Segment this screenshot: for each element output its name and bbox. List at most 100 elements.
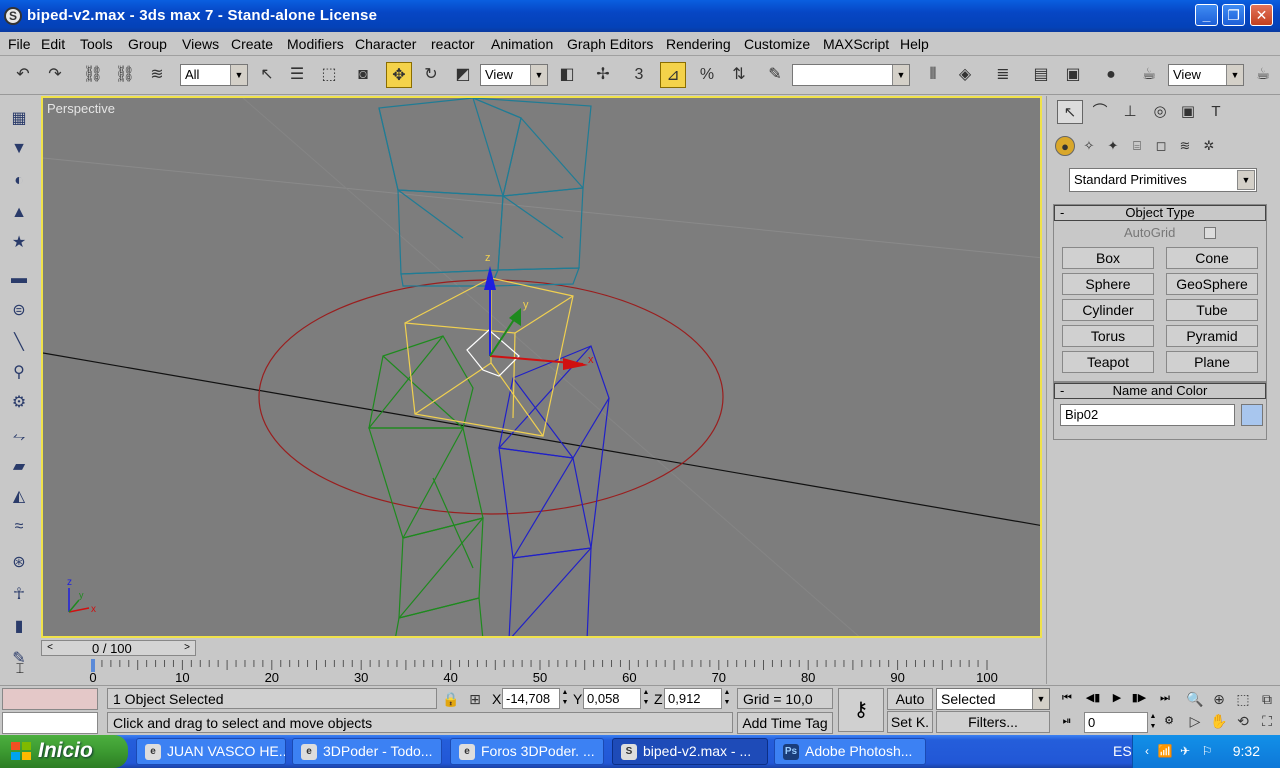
z-coordinate-input[interactable]: 0,912 [664, 688, 722, 709]
reactor-icon[interactable]: ▮ [8, 616, 30, 638]
go-to-end-icon[interactable]: ⏭ [1156, 689, 1174, 707]
auto-key-button[interactable]: Auto [887, 688, 933, 710]
viewport-label[interactable]: Perspective [47, 101, 115, 116]
start-button[interactable]: Inicio [0, 735, 128, 768]
curve-editor-icon[interactable]: ▤ [1028, 62, 1054, 88]
objects-icon[interactable]: ▦ [8, 108, 30, 130]
menu-reactor[interactable]: reactor [431, 36, 475, 52]
select-object-icon[interactable]: ↖ [254, 62, 280, 88]
taskbar-item-photoshop[interactable]: Ps Adobe Photosh... [774, 738, 926, 765]
undo-icon[interactable]: ↶ [10, 62, 36, 88]
helpers-icon[interactable]: ◻ [1151, 136, 1171, 156]
zoom-extents-icon[interactable]: ⬚ [1232, 688, 1254, 710]
unlink-icon[interactable]: ⛓ [112, 62, 138, 88]
previous-frame-icon[interactable]: ◀▮ [1084, 689, 1102, 707]
cloth-icon[interactable]: ◭ [8, 486, 30, 508]
device-icon[interactable]: ✈ [1177, 743, 1193, 759]
manipulate-icon[interactable]: ✢ [590, 62, 616, 88]
select-and-move-icon[interactable]: ✥ [386, 62, 412, 88]
arc-rotate-icon[interactable]: ⟲ [1232, 710, 1254, 732]
menu-file[interactable]: File [8, 36, 31, 52]
taskbar-item-juan-vasco[interactable]: e JUAN VASCO HE... [136, 738, 286, 765]
box-button[interactable]: Box [1062, 247, 1154, 269]
menu-customize[interactable]: Customize [744, 36, 810, 52]
window-crossing-icon[interactable]: ◙ [350, 62, 376, 88]
add-time-tag-button[interactable]: Add Time Tag [737, 712, 833, 734]
cylinder-icon[interactable]: ⊜ [8, 300, 30, 322]
time-configuration-icon[interactable]: ⚙ [1160, 712, 1178, 730]
menu-group[interactable]: Group [128, 36, 167, 52]
tab-modify[interactable]: ⌒ [1087, 100, 1113, 124]
gizmo-x-arrow[interactable] [563, 358, 588, 370]
frame-spinner[interactable]: ▲ ▼ [1149, 712, 1157, 733]
select-and-scale-icon[interactable]: ◩ [450, 62, 476, 88]
category-dropdown[interactable]: Standard Primitives ▼ [1069, 168, 1257, 192]
next-frame-icon[interactable]: ▮▶ [1130, 689, 1148, 707]
geosphere-button[interactable]: GeoSphere [1166, 273, 1258, 295]
zoom-extents-all-icon[interactable]: ⧉ [1256, 688, 1278, 710]
lights-icon[interactable]: ▲ [8, 202, 30, 224]
app-icon[interactable]: S [4, 7, 22, 25]
key-filters-button[interactable]: Filters... [936, 711, 1050, 733]
set-key-button[interactable]: Set K. [887, 711, 933, 733]
layer-manager-icon[interactable]: ≣ [990, 62, 1016, 88]
cone-button[interactable]: Cone [1166, 247, 1258, 269]
mirror-icon[interactable]: ⫴ [920, 62, 946, 88]
render-scene-icon[interactable]: ☕ [1136, 62, 1162, 88]
name-and-color-header[interactable]: - Name and Color [1054, 383, 1266, 399]
close-button[interactable]: ✕ [1250, 4, 1273, 26]
spinner-snap-icon[interactable]: ⇅ [726, 62, 752, 88]
snap-toggle-icon[interactable]: 3 [626, 62, 652, 88]
select-by-name-icon[interactable]: ☰ [284, 62, 310, 88]
gear-icon[interactable]: ⚙ [8, 392, 30, 414]
tube-button[interactable]: Tube [1166, 299, 1258, 321]
ik-icon[interactable]: ⊛ [8, 552, 30, 574]
brush-icon[interactable]: ⚲ [8, 362, 30, 384]
absolute-mode-icon[interactable]: ⊞ [464, 688, 486, 710]
field-of-view-icon[interactable]: ▷ [1184, 710, 1206, 732]
menu-animation[interactable]: Animation [491, 36, 553, 52]
zoom-icon[interactable]: 🔍 [1184, 688, 1206, 710]
plane-button[interactable]: Plane [1166, 351, 1258, 373]
play-icon[interactable]: ▶ [1108, 689, 1126, 707]
time-prev-button[interactable]: < [42, 641, 58, 655]
rectangular-selection-icon[interactable]: ⬚ [316, 62, 342, 88]
current-frame-input[interactable]: 0 [1084, 712, 1148, 733]
pan-icon[interactable]: ✋ [1208, 710, 1230, 732]
teapot-button[interactable]: Teapot [1062, 351, 1154, 373]
systems-icon[interactable]: ✲ [1199, 136, 1219, 156]
x-spinner[interactable]: ▲ ▼ [561, 688, 569, 709]
percent-snap-icon[interactable]: % [694, 62, 720, 88]
selection-filter-dropdown[interactable]: All ▼ [180, 64, 248, 86]
autogrid-checkbox[interactable] [1204, 227, 1216, 239]
biped-icon[interactable]: ☥ [8, 584, 30, 606]
minimize-button[interactable]: _ [1195, 4, 1218, 26]
menu-tools[interactable]: Tools [80, 36, 113, 52]
angle-snap-icon[interactable]: ⊿ [660, 62, 686, 88]
cameras-icon[interactable]: ⌸ [1127, 136, 1147, 156]
shoe-icon[interactable]: ▰ [8, 456, 30, 478]
lights-icon[interactable]: ✦ [1103, 136, 1123, 156]
menu-rendering[interactable]: Rendering [666, 36, 731, 52]
tab-create[interactable]: ↖ [1057, 100, 1083, 124]
menu-maxscript[interactable]: MAXScript [823, 36, 889, 52]
spacewarp-icon[interactable]: ⥊ [8, 426, 30, 448]
security-icon[interactable]: ⚐ [1199, 743, 1215, 759]
lock-selection-icon[interactable]: 🔒 [440, 688, 462, 710]
key-mode-toggle-icon[interactable]: ⏯ [1058, 712, 1076, 730]
x-coordinate-input[interactable]: -14,708 [502, 688, 560, 709]
mini-curve-editor-icon[interactable]: ⌶ [5, 660, 35, 682]
object-name-input[interactable]: Bip02 [1060, 404, 1235, 426]
taskbar-item-3dsmax[interactable]: S biped-v2.max - ... [612, 738, 768, 765]
tray-expand-icon[interactable]: ‹ [1139, 743, 1155, 759]
taskbar-item-foros[interactable]: e Foros 3DPoder. ... [450, 738, 604, 765]
zoom-all-icon[interactable]: ⊕ [1208, 688, 1230, 710]
align-icon[interactable]: ◈ [952, 62, 978, 88]
y-spinner[interactable]: ▲ ▼ [642, 688, 650, 709]
tab-utilities[interactable]: T [1203, 100, 1229, 124]
quick-render-icon[interactable]: ☕ [1250, 62, 1276, 88]
redo-icon[interactable]: ↷ [42, 62, 68, 88]
edit-named-selection-icon[interactable]: ✎ [762, 62, 788, 88]
wave-icon[interactable]: ≈ [8, 516, 30, 538]
menu-views[interactable]: Views [182, 36, 219, 52]
